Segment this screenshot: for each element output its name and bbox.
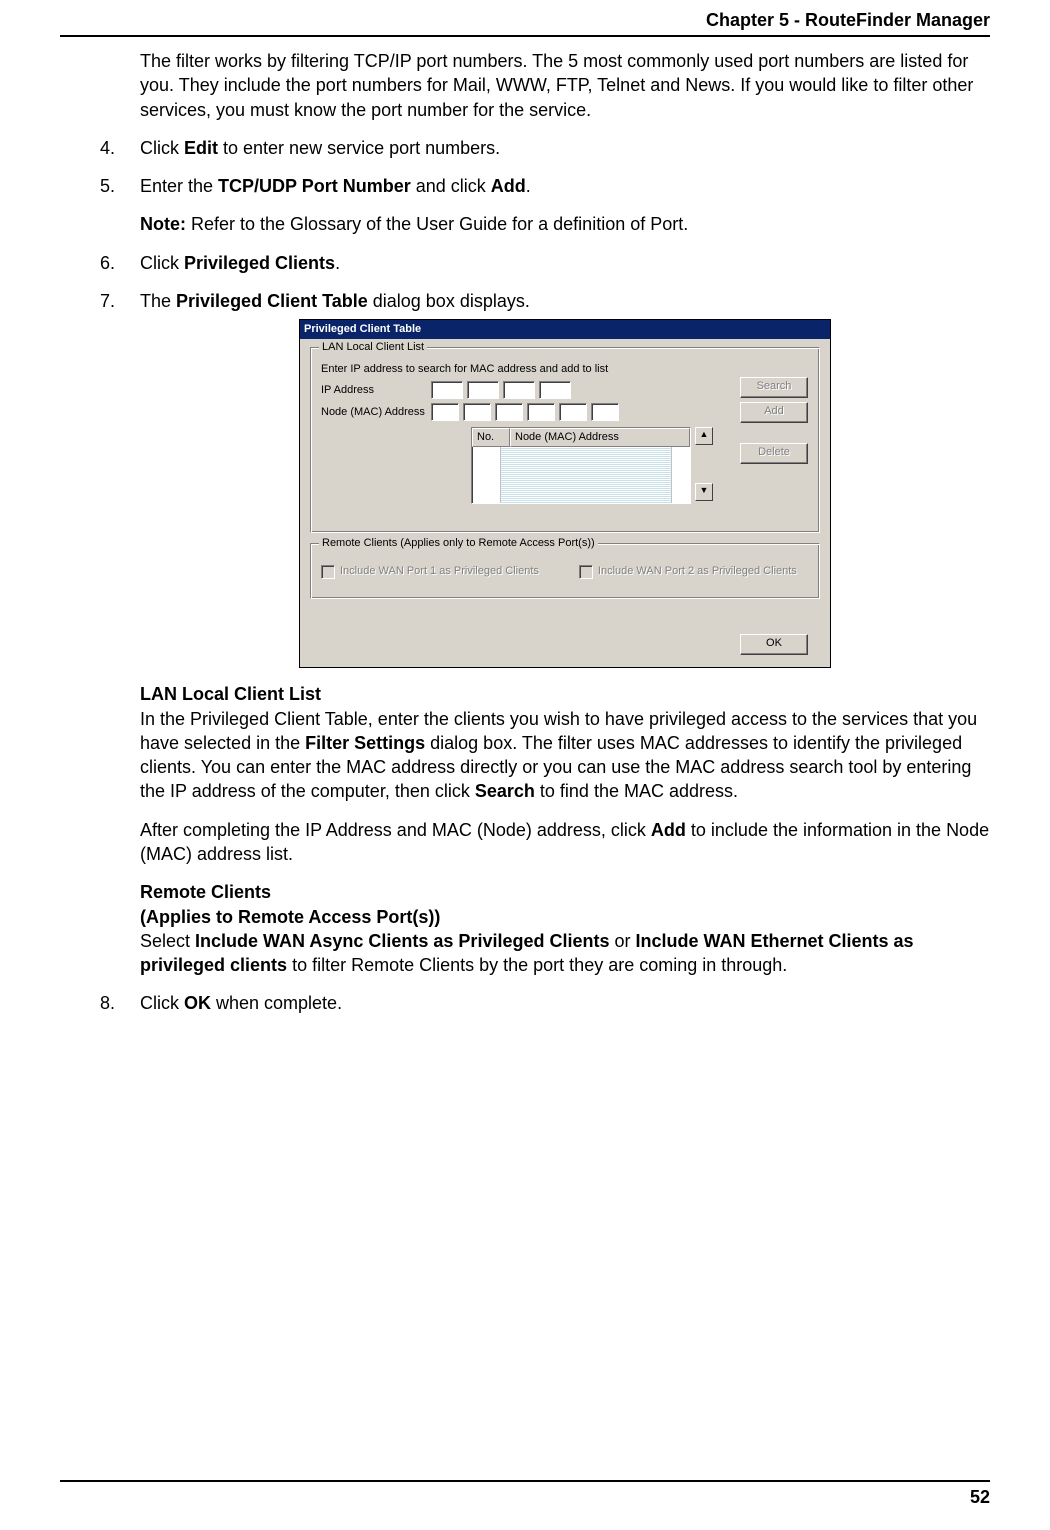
text: Click xyxy=(140,138,184,158)
privileged-client-table-dialog: Privileged Client Table Search Add Delet… xyxy=(299,319,831,668)
mac-table: No. Node (MAC) Address xyxy=(471,427,691,504)
text: to enter new service port numbers. xyxy=(218,138,500,158)
step-4: 4. Click Edit to enter new service port … xyxy=(60,136,990,160)
ip-octet-3[interactable] xyxy=(503,381,535,399)
ip-octet-4[interactable] xyxy=(539,381,571,399)
checkbox-icon xyxy=(321,565,335,579)
text: The xyxy=(140,291,176,311)
col-mac: Node (MAC) Address xyxy=(510,428,690,447)
mac-address-row: Node (MAC) Address xyxy=(321,403,809,421)
text: Click xyxy=(140,993,184,1013)
step-number: 5. xyxy=(100,174,140,237)
step-number: 4. xyxy=(100,136,140,160)
step-5: 5. Enter the TCP/UDP Port Number and cli… xyxy=(60,174,990,237)
dialog-titlebar: Privileged Client Table xyxy=(300,320,830,339)
step-body: Click Privileged Clients. xyxy=(140,251,990,275)
ip-octet-2[interactable] xyxy=(467,381,499,399)
lan-local-client-list-group: LAN Local Client List Enter IP address t… xyxy=(310,347,820,533)
bold: Filter Settings xyxy=(305,733,425,753)
lan-heading: LAN Local Client List xyxy=(140,684,321,704)
page-number: 52 xyxy=(970,1487,990,1508)
mac-octet-1[interactable] xyxy=(431,403,459,421)
bold: Include WAN Async Clients as Privileged … xyxy=(195,931,609,951)
table-row xyxy=(472,489,690,503)
mac-octet-3[interactable] xyxy=(495,403,523,421)
checkbox-icon xyxy=(579,565,593,579)
text: . xyxy=(335,253,340,273)
remote-clients-heading: Remote Clients xyxy=(140,882,271,902)
text: to find the MAC address. xyxy=(535,781,738,801)
text: . xyxy=(526,176,531,196)
checkbox-label: Include WAN Port 1 as Privileged Clients xyxy=(340,564,539,579)
bold: OK xyxy=(184,993,211,1013)
ok-row: OK xyxy=(740,634,808,655)
text: when complete. xyxy=(211,993,342,1013)
scroll-down-icon[interactable]: ▼ xyxy=(695,483,713,501)
text: to filter Remote Clients by the port the… xyxy=(287,955,787,975)
bold: Edit xyxy=(184,138,218,158)
intro-paragraph: The filter works by filtering TCP/IP por… xyxy=(140,49,990,122)
mac-table-area: No. Node (MAC) Address xyxy=(471,427,809,504)
note-label: Note: xyxy=(140,214,186,234)
dialog-body: Search Add Delete LAN Local Client List … xyxy=(300,339,830,667)
group-legend: Remote Clients (Applies only to Remote A… xyxy=(319,536,598,551)
text: Select xyxy=(140,931,195,951)
remote-clients-group: Remote Clients (Applies only to Remote A… xyxy=(310,543,820,599)
step-number: 7. xyxy=(100,289,140,977)
step-body: Enter the TCP/UDP Port Number and click … xyxy=(140,174,990,237)
ip-octet-1[interactable] xyxy=(431,381,463,399)
bold: Add xyxy=(491,176,526,196)
text: Click xyxy=(140,253,184,273)
text: After completing the IP Address and MAC … xyxy=(140,820,651,840)
mac-octet-5[interactable] xyxy=(559,403,587,421)
hint-text: Enter IP address to search for MAC addre… xyxy=(321,362,809,377)
bold: Privileged Client Table xyxy=(176,291,368,311)
table-rows xyxy=(472,447,690,503)
chapter-header: Chapter 5 - RouteFinder Manager xyxy=(60,10,990,35)
table-scrollbar: ▲ ▼ xyxy=(693,427,713,501)
page: Chapter 5 - RouteFinder Manager The filt… xyxy=(0,0,1050,1530)
mac-address-label: Node (MAC) Address xyxy=(321,405,431,420)
step-body: Click Edit to enter new service port num… xyxy=(140,136,990,160)
step-number: 6. xyxy=(100,251,140,275)
header-rule xyxy=(60,35,990,37)
table-row xyxy=(472,461,690,475)
include-wan-port-1-checkbox[interactable]: Include WAN Port 1 as Privileged Clients xyxy=(321,564,539,579)
mac-octet-2[interactable] xyxy=(463,403,491,421)
bold: Search xyxy=(475,781,535,801)
text: or xyxy=(609,931,635,951)
step-7: 7. The Privileged Client Table dialog bo… xyxy=(60,289,990,977)
table-row xyxy=(472,447,690,461)
bold: Add xyxy=(651,820,686,840)
scroll-up-icon[interactable]: ▲ xyxy=(695,427,713,445)
ip-address-row: IP Address xyxy=(321,381,809,399)
step-8: 8. Click OK when complete. xyxy=(60,991,990,1015)
table-header: No. Node (MAC) Address xyxy=(472,428,690,447)
bold: Privileged Clients xyxy=(184,253,335,273)
note-text: Refer to the Glossary of the User Guide … xyxy=(186,214,688,234)
remote-clients-subheading: (Applies to Remote Access Port(s)) xyxy=(140,907,440,927)
text: and click xyxy=(411,176,491,196)
checkbox-label: Include WAN Port 2 as Privileged Clients xyxy=(598,564,797,579)
footer-rule xyxy=(60,1480,990,1482)
table-row xyxy=(472,475,690,489)
bold: TCP/UDP Port Number xyxy=(218,176,411,196)
mac-octet-4[interactable] xyxy=(527,403,555,421)
group-legend: LAN Local Client List xyxy=(319,340,427,355)
ok-button[interactable]: OK xyxy=(740,634,808,655)
col-no: No. xyxy=(472,428,510,447)
step-number: 8. xyxy=(100,991,140,1015)
step-body: Click OK when complete. xyxy=(140,991,990,1015)
text: Enter the xyxy=(140,176,218,196)
mac-octet-6[interactable] xyxy=(591,403,619,421)
step-6: 6. Click Privileged Clients. xyxy=(60,251,990,275)
text: dialog box displays. xyxy=(368,291,530,311)
step-body: The Privileged Client Table dialog box d… xyxy=(140,289,990,977)
include-wan-port-2-checkbox[interactable]: Include WAN Port 2 as Privileged Clients xyxy=(579,564,797,579)
ip-address-label: IP Address xyxy=(321,383,431,398)
